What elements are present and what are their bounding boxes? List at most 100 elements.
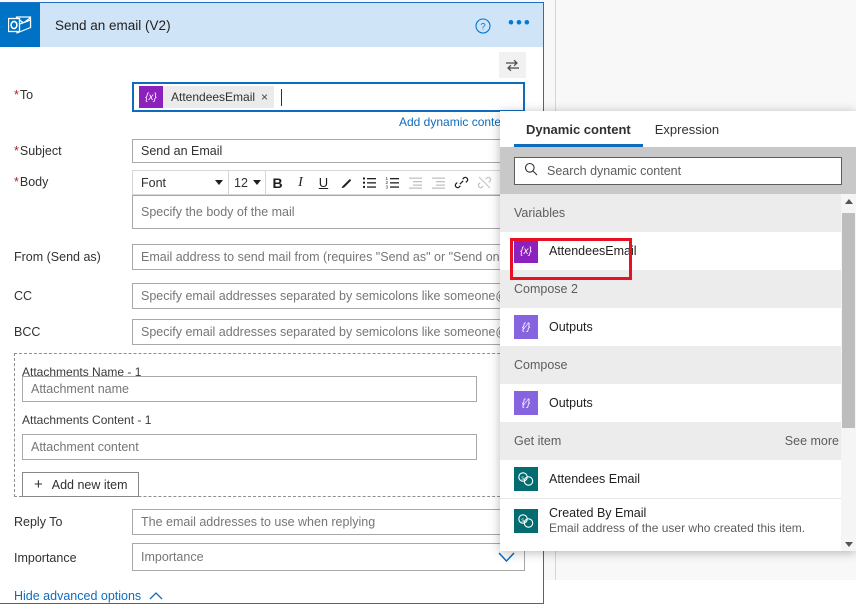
add-dynamic-content-link[interactable]: Add dynamic content bbox=[399, 115, 511, 129]
attachments-name-input[interactable]: Attachment name bbox=[22, 376, 477, 402]
bcc-field-label: BCC bbox=[14, 325, 41, 339]
add-new-item-label: Add new item bbox=[51, 477, 128, 492]
search-icon bbox=[524, 162, 538, 179]
numbered-list-icon[interactable]: 1 2 3 bbox=[381, 171, 404, 194]
reply-to-input[interactable]: The email addresses to use when replying bbox=[132, 509, 525, 535]
remove-link-icon[interactable] bbox=[473, 171, 496, 194]
tab-dynamic-content[interactable]: Dynamic content bbox=[514, 111, 643, 147]
scrollbar-thumb[interactable] bbox=[842, 213, 855, 428]
to-input[interactable]: {x} AttendeesEmail × bbox=[132, 82, 525, 112]
search-input[interactable]: Search dynamic content bbox=[514, 156, 842, 185]
list-item-description: Email address of the user who created th… bbox=[549, 520, 806, 535]
compose-output-icon: {⁄} bbox=[514, 315, 538, 339]
dynamic-content-search-bar: Search dynamic content bbox=[500, 147, 856, 194]
ellipsis-icon[interactable]: ••• bbox=[508, 14, 532, 33]
sharepoint-icon: s bbox=[514, 467, 538, 491]
from-field-label: From (Send as) bbox=[14, 250, 101, 264]
bulleted-list-icon[interactable] bbox=[358, 171, 381, 194]
token-pill: AttendeesEmail × bbox=[163, 86, 275, 108]
importance-field-label: Importance bbox=[14, 551, 77, 565]
font-size-value: 12 bbox=[234, 175, 248, 190]
required-asterisk: * bbox=[14, 175, 19, 189]
reply-to-field-label: Reply To bbox=[14, 515, 63, 529]
list-item[interactable]: {⁄} Outputs bbox=[500, 308, 856, 346]
list-item[interactable]: {x} AttendeesEmail bbox=[500, 232, 856, 270]
body-input[interactable]: Specify the body of the mail bbox=[132, 195, 525, 229]
list-item[interactable]: s Created By Email Email address of the … bbox=[500, 498, 856, 542]
importance-dropdown[interactable]: Importance bbox=[132, 543, 525, 571]
reply-to-placeholder: The email addresses to use when replying bbox=[141, 515, 376, 529]
scrollbar[interactable] bbox=[841, 194, 856, 551]
attachments-name-placeholder: Attachment name bbox=[31, 382, 129, 396]
from-placeholder: Email address to send mail from (require… bbox=[141, 250, 524, 264]
attachments-content-placeholder: Attachment content bbox=[31, 440, 139, 454]
subject-field-label: *Subject bbox=[14, 144, 62, 158]
sharepoint-icon: s bbox=[514, 508, 538, 533]
outlook-icon bbox=[0, 3, 40, 47]
bcc-input[interactable]: Specify email addresses separated by sem… bbox=[132, 319, 525, 345]
send-email-action-card: Send an email (V2) ? ••• *To {x} Attende… bbox=[0, 2, 544, 604]
attachments-content-input[interactable]: Attachment content bbox=[22, 434, 477, 460]
see-more-link[interactable]: See more bbox=[785, 434, 839, 448]
to-field-label: *To bbox=[14, 88, 34, 102]
cc-input[interactable]: Specify email addresses separated by sem… bbox=[132, 283, 525, 309]
body-placeholder: Specify the body of the mail bbox=[141, 205, 295, 219]
font-family-dropdown[interactable]: Font bbox=[133, 171, 229, 194]
scroll-up-arrow[interactable] bbox=[841, 194, 856, 208]
list-item[interactable]: s Attendees Email bbox=[500, 460, 856, 498]
compose-output-icon: {⁄} bbox=[514, 391, 538, 415]
bold-icon[interactable]: B bbox=[266, 171, 289, 194]
dynamic-content-panel: Dynamic content Expression Search dynami… bbox=[500, 111, 856, 551]
close-icon[interactable]: × bbox=[261, 90, 268, 104]
increase-indent-icon[interactable] bbox=[427, 171, 450, 194]
dynamic-content-list[interactable]: Variables {x} AttendeesEmail Compose 2 {… bbox=[500, 194, 856, 551]
hide-advanced-options-button[interactable]: Hide advanced options bbox=[14, 589, 163, 603]
rich-text-toolbar: Font 12 B I U 1 2 3 bbox=[132, 170, 525, 195]
underline-icon[interactable]: U bbox=[312, 171, 335, 194]
from-input[interactable]: Email address to send mail from (require… bbox=[132, 244, 525, 270]
attachments-content-label: Attachments Content - 1 bbox=[22, 413, 152, 427]
list-item-label: Attendees Email bbox=[549, 471, 641, 486]
variable-icon: {x} bbox=[514, 239, 538, 263]
dynamic-content-tabs: Dynamic content Expression bbox=[500, 111, 856, 147]
search-placeholder: Search dynamic content bbox=[547, 163, 682, 178]
svg-text:3: 3 bbox=[386, 184, 389, 189]
dc-group-title: Variables bbox=[514, 206, 566, 220]
required-asterisk: * bbox=[14, 88, 19, 102]
action-card-title: Send an email (V2) bbox=[55, 18, 171, 33]
italic-icon[interactable]: I bbox=[289, 171, 312, 194]
cc-placeholder: Specify email addresses separated by sem… bbox=[141, 289, 524, 303]
font-family-value: Font bbox=[141, 175, 167, 190]
chevron-up-icon bbox=[149, 589, 163, 603]
dc-group-compose-2: Compose 2 bbox=[500, 270, 856, 308]
subject-value: Send an Email bbox=[141, 144, 223, 158]
dc-group-title: Compose bbox=[514, 358, 568, 372]
dynamic-token-attendeesemail[interactable]: {x} AttendeesEmail × bbox=[139, 86, 275, 108]
help-circle-icon[interactable]: ? bbox=[475, 18, 491, 34]
font-size-dropdown[interactable]: 12 bbox=[229, 171, 266, 194]
token-label: AttendeesEmail bbox=[171, 90, 256, 104]
importance-placeholder: Importance bbox=[141, 550, 204, 564]
list-item-label: AttendeesEmail bbox=[549, 243, 637, 258]
swap-inputs-icon[interactable] bbox=[499, 52, 526, 78]
scroll-down-arrow[interactable] bbox=[841, 537, 856, 551]
chevron-down-icon bbox=[253, 180, 261, 185]
cc-field-label: CC bbox=[14, 289, 33, 303]
bcc-placeholder: Specify email addresses separated by sem… bbox=[141, 325, 524, 339]
insert-link-icon[interactable] bbox=[450, 171, 473, 194]
add-new-item-button[interactable]: + Add new item bbox=[22, 472, 139, 497]
decrease-indent-icon[interactable] bbox=[404, 171, 427, 194]
text-caret bbox=[281, 88, 283, 106]
chevron-down-icon bbox=[215, 180, 223, 185]
dc-group-title: Compose 2 bbox=[514, 282, 578, 296]
list-item-label: Outputs bbox=[549, 395, 593, 410]
subject-input[interactable]: Send an Email bbox=[132, 139, 525, 163]
variable-icon: {x} bbox=[139, 86, 163, 108]
body-field-label: *Body bbox=[14, 175, 49, 189]
list-item-label: Outputs bbox=[549, 319, 593, 334]
dc-group-get-item: Get item See more bbox=[500, 422, 856, 460]
list-item[interactable]: {⁄} Outputs bbox=[500, 384, 856, 422]
dc-group-compose: Compose bbox=[500, 346, 856, 384]
text-highlight-icon[interactable] bbox=[335, 171, 358, 194]
tab-expression[interactable]: Expression bbox=[643, 111, 731, 147]
